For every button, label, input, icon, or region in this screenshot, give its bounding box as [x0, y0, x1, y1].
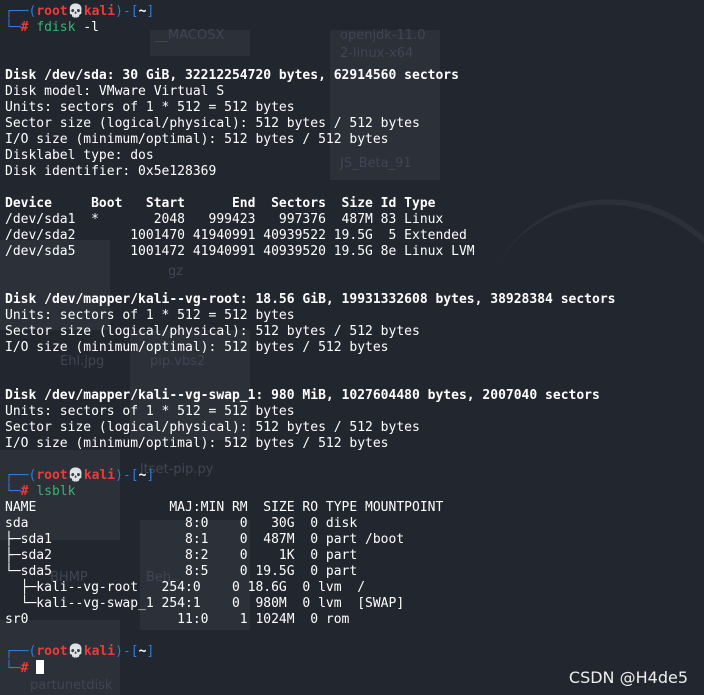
disk-header: Disk /dev/mapper/kali--vg-swap_1: 980 Mi… [5, 388, 600, 403]
prompt-frame: └─ [5, 484, 21, 499]
lsblk-row: ├─sda1 8:1 0 487M 0 part /boot [5, 532, 405, 547]
disk-info-line: Sector size (logical/physical): 512 byte… [5, 420, 420, 435]
prompt-host: kali [83, 468, 116, 483]
prompt-symbol: # [20, 661, 29, 676]
prompt-line-top: ┌──(root💀kali)-[~] [5, 644, 704, 660]
prompt-line-top: ┌──(root💀kali)-[~] [5, 4, 704, 20]
prompt-user: root [36, 644, 68, 659]
prompt-frame: ] [146, 644, 155, 659]
partition-row: /dev/sda2 1001470 41940991 40939522 19.5… [5, 228, 467, 243]
disk-info-line: Units: sectors of 1 * 512 = 512 bytes [5, 404, 295, 419]
lsblk-row: ├─kali--vg-root 254:0 0 18.6G 0 lvm / [5, 580, 366, 595]
disk-info-line: I/O size (minimum/optimal): 512 bytes / … [5, 436, 389, 451]
disk-info-line: I/O size (minimum/optimal): 512 bytes / … [5, 340, 389, 355]
lsblk-header: NAME MAJ:MIN RM SIZE RO TYPE MOUNTPOINT [5, 500, 444, 515]
disk-info-line: Disk identifier: 0x5e128369 [5, 164, 217, 179]
disk-info-line: Disk model: VMware Virtual S [5, 84, 225, 99]
prompt-frame: )-[ [115, 4, 139, 19]
lsblk-row: ├─sda2 8:2 0 1K 0 part [5, 548, 358, 563]
disk-info-line: Units: sectors of 1 * 512 = 512 bytes [5, 100, 295, 115]
text-cursor[interactable] [36, 660, 45, 674]
lsblk-row: └─kali--vg-swap_1 254:1 0 980M 0 lvm [SW… [5, 596, 405, 611]
partition-table-header: Device Boot Start End Sectors Size Id Ty… [5, 196, 436, 211]
watermark: CSDN @H4de5 [568, 668, 688, 687]
prompt-frame: ] [146, 4, 155, 19]
lsblk-row: sr0 11:0 1 1024M 0 rom [5, 612, 350, 627]
prompt-frame: ┌──( [5, 644, 37, 659]
disk-info-line: Sector size (logical/physical): 512 byte… [5, 324, 420, 339]
partition-row: /dev/sda1 * 2048 999423 997376 487M 83 L… [5, 212, 444, 227]
prompt-frame: └─ [5, 20, 21, 35]
prompt-symbol: # [20, 20, 29, 35]
command-args: -l [83, 20, 99, 35]
prompt-symbol: # [20, 484, 29, 499]
disk-header: Disk /dev/mapper/kali--vg-root: 18.56 Gi… [5, 292, 616, 307]
command-name: lsblk [36, 484, 76, 499]
lsblk-row: └─sda5 8:5 0 19.5G 0 part [5, 564, 358, 579]
prompt-host: kali [83, 644, 116, 659]
disk-header: Disk /dev/sda: 30 GiB, 32212254720 bytes… [5, 68, 459, 83]
prompt-line-top: ┌──(root💀kali)-[~] [5, 468, 704, 484]
prompt-line-command: └─# lsblk [5, 484, 704, 500]
prompt-user: root [36, 4, 68, 19]
prompt-user: root [36, 468, 68, 483]
prompt-frame: ┌──( [5, 4, 37, 19]
prompt-frame: )-[ [115, 644, 139, 659]
prompt-host: kali [83, 4, 116, 19]
partition-row: /dev/sda5 1001472 41940991 40939520 19.5… [5, 244, 475, 259]
lsblk-row: sda 8:0 0 30G 0 disk [5, 516, 358, 531]
prompt-frame: ┌──( [5, 468, 37, 483]
prompt-line-command: └─# fdisk -l [5, 20, 704, 36]
prompt-frame: ] [146, 468, 155, 483]
skull-icon: 💀 [67, 4, 84, 19]
prompt-frame: └─ [5, 661, 21, 676]
command-name: fdisk [36, 20, 76, 35]
disk-info-line: Disklabel type: dos [5, 148, 154, 163]
skull-icon: 💀 [67, 468, 84, 483]
prompt-frame: )-[ [115, 468, 139, 483]
disk-info-line: Units: sectors of 1 * 512 = 512 bytes [5, 308, 295, 323]
skull-icon: 💀 [67, 644, 84, 659]
terminal-output[interactable]: ┌──(root💀kali)-[~] └─# fdisk -l Disk /de… [5, 4, 704, 695]
disk-info-line: I/O size (minimum/optimal): 512 bytes / … [5, 132, 389, 147]
disk-info-line: Sector size (logical/physical): 512 byte… [5, 116, 420, 131]
